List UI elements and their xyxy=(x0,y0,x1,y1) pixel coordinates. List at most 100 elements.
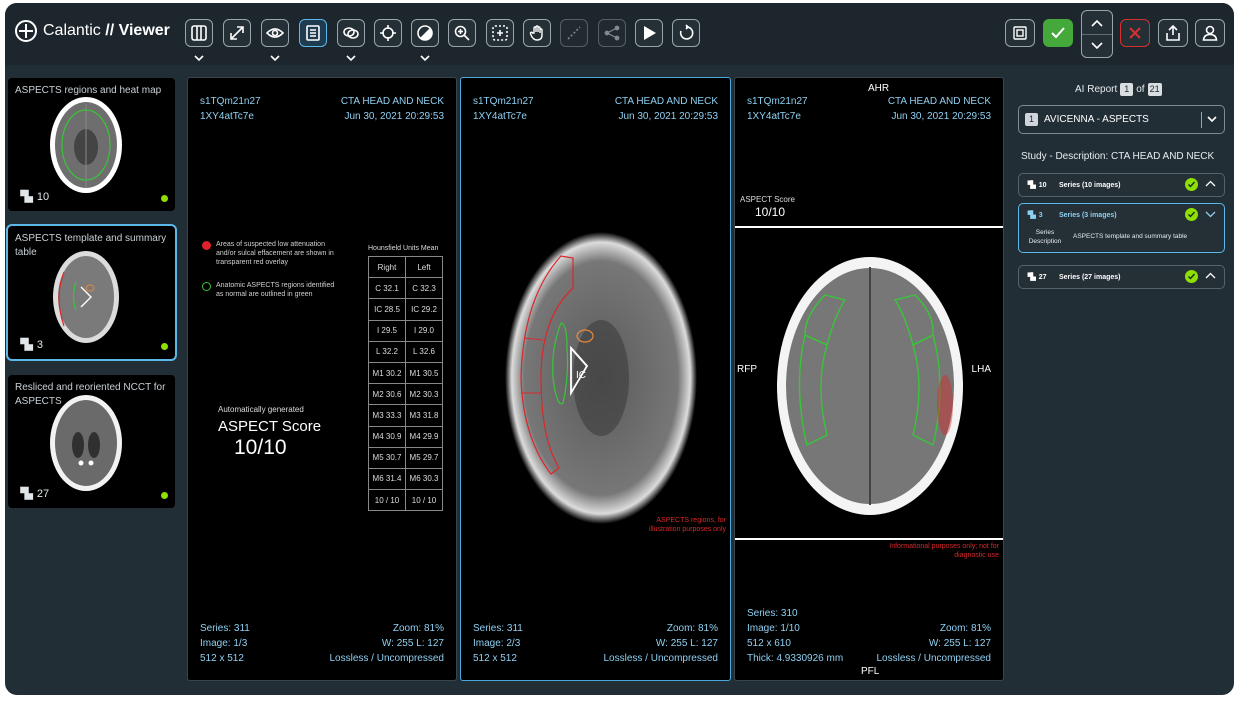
table-row: M2 30.6 M2 30.3 xyxy=(368,383,443,406)
report-panel-button[interactable] xyxy=(299,19,327,47)
region-label-ic: IC xyxy=(576,370,586,381)
pan-button[interactable] xyxy=(523,19,551,47)
image-stack-icon: ▝▙ xyxy=(16,488,33,500)
brand-product: // Viewer xyxy=(105,22,170,39)
accession-number: 1XY4atTc7e xyxy=(473,111,527,122)
table-row: M5 30.7 M5 29.7 xyxy=(368,446,443,469)
hu-cell: 10 / 10 xyxy=(405,489,443,512)
ai-report-select[interactable]: 1 AVICENNA - ASPECTS xyxy=(1018,105,1225,134)
approve-button[interactable] xyxy=(1043,19,1073,47)
brain-ncct-image xyxy=(50,395,122,491)
report-nav-group xyxy=(1081,10,1113,58)
series-thumbnail-3[interactable]: Resliced and reoriented NCCT for ASPECTS… xyxy=(8,375,175,508)
image-stack-icon: ▝▙ xyxy=(16,191,33,203)
series-card-2[interactable]: ▝▙ 3 Series (3 images) Series Description… xyxy=(1018,203,1225,253)
study-datetime: Jun 30, 2021 20:29:53 xyxy=(618,111,718,122)
ai-report-panel: AI Report 1 of 21 1 AVICENNA - ASPECTS S… xyxy=(1015,77,1230,681)
image-stack-icon: ▝▙ xyxy=(16,339,33,351)
ai-report-header: AI Report 1 of 21 xyxy=(1075,83,1162,96)
viewport-summary[interactable]: s1TQm21n27 1XY4atTc7e CTA HEAD AND NECK … xyxy=(187,77,457,681)
aspect-score-label: ASPECT Score xyxy=(740,195,795,204)
window-level: W: 255 L: 127 xyxy=(381,638,444,649)
ai-report-total: 21 xyxy=(1147,83,1162,96)
share-button[interactable] xyxy=(598,19,626,47)
selected-report-name: AVICENNA - ASPECTS xyxy=(1044,114,1149,125)
layout-button[interactable] xyxy=(185,19,213,47)
table-row: M6 31.4 M6 30.3 xyxy=(368,467,443,491)
aspect-score-value: 10/10 xyxy=(755,205,786,219)
overlay-button[interactable] xyxy=(337,19,365,47)
visibility-dropdown-caret[interactable] xyxy=(269,49,281,62)
brand-logo: Calantic // Viewer xyxy=(15,20,170,42)
fit-frame-button[interactable] xyxy=(486,19,514,47)
next-report-button[interactable] xyxy=(1082,34,1112,57)
layout-columns-icon xyxy=(191,25,207,41)
hu-cell: C 32.1 xyxy=(368,277,406,300)
hu-cell: M2 30.3 xyxy=(405,383,443,406)
status-dot xyxy=(161,195,168,202)
viewport-heatmap[interactable]: s1TQm21n27 1XY4atTc7e CTA HEAD AND NECK … xyxy=(734,77,1004,681)
series-thumbnail-2[interactable]: ASPECTS template and summary table ▝▙ 3 xyxy=(6,224,177,361)
series-card-3[interactable]: ▝▙ 27 Series (27 images) xyxy=(1018,265,1225,289)
overlay-dropdown-caret[interactable] xyxy=(345,49,357,62)
table-row: M4 30.9 M4 29.9 xyxy=(368,425,443,448)
zoom-in-icon xyxy=(454,25,470,41)
study-name: CTA HEAD AND NECK xyxy=(614,96,718,107)
chevron-down-icon xyxy=(270,55,280,62)
reject-button[interactable] xyxy=(1120,19,1150,47)
hu-cell: I 29.5 xyxy=(368,319,406,342)
reset-button[interactable] xyxy=(672,19,700,47)
image-stack-icon: ▝▙ xyxy=(1025,274,1036,281)
bayer-logo-icon xyxy=(15,20,37,42)
legend-green: Anatomic ASPECTS regions identified as n… xyxy=(202,281,342,299)
chevron-down-icon[interactable] xyxy=(1205,210,1216,218)
contrast-icon xyxy=(417,25,433,41)
layout-toggle-button[interactable] xyxy=(1005,19,1035,47)
measure-button[interactable] xyxy=(560,19,588,47)
table-row: M3 33.3 M3 31.8 xyxy=(368,404,443,427)
image-stack-icon: ▝▙ xyxy=(1025,182,1036,189)
series-card-1[interactable]: ▝▙ 10 Series (10 images) xyxy=(1018,173,1225,197)
report-panel-icon xyxy=(306,25,320,41)
legend-red: Areas of suspected low attenuation and/o… xyxy=(202,240,342,267)
hu-cell: C 32.3 xyxy=(405,277,443,300)
study-name: CTA HEAD AND NECK xyxy=(340,96,444,107)
series-number: Series: 311 xyxy=(473,623,523,634)
table-row: M1 30.2 M1 30.5 xyxy=(368,361,443,385)
hu-cell: M4 29.9 xyxy=(405,425,443,448)
zoom-button[interactable] xyxy=(448,19,476,47)
chevron-up-icon[interactable] xyxy=(1205,180,1216,188)
series-name: Series (3 images) xyxy=(1059,211,1117,219)
layout-dropdown-caret[interactable] xyxy=(193,49,205,62)
aspect-score-value: 10/10 xyxy=(234,436,287,459)
chevron-up-icon[interactable] xyxy=(1205,272,1216,280)
user-icon xyxy=(1202,25,1218,41)
chevron-up-icon xyxy=(1091,19,1103,27)
table-row: IC 28.5 IC 29.2 xyxy=(368,298,443,321)
hu-cell: M5 30.7 xyxy=(368,446,406,469)
contrast-dropdown-caret[interactable] xyxy=(419,49,431,62)
contrast-button[interactable] xyxy=(411,19,439,47)
fullscreen-button[interactable] xyxy=(223,19,251,47)
hu-mean-table: Right Left C 32.1 C 32.3 IC 28.5 IC 29.2 I 29.… xyxy=(368,255,443,512)
window-level: W: 255 L: 127 xyxy=(928,638,991,649)
slice-thickness: Thick: 4.9330926 mm xyxy=(747,653,844,664)
close-icon xyxy=(1129,27,1141,39)
crosshair-button[interactable] xyxy=(374,19,402,47)
viewport-template[interactable]: s1TQm21n27 1XY4atTc7e CTA HEAD AND NECK … xyxy=(460,77,731,681)
viewer-app: Calantic // Viewer ASPECTS regions and h… xyxy=(5,3,1234,695)
previous-report-button[interactable] xyxy=(1082,11,1112,34)
export-button[interactable] xyxy=(1158,19,1188,47)
cine-play-button[interactable] xyxy=(635,19,663,47)
accession-number: 1XY4atTc7e xyxy=(747,111,801,122)
series-thumbnail-1[interactable]: ASPECTS regions and heat map ▝▙ 10 xyxy=(8,78,175,211)
panel-icon xyxy=(1013,26,1027,40)
user-profile-button[interactable] xyxy=(1195,19,1225,47)
hu-cell: M4 30.9 xyxy=(368,425,406,448)
visibility-button[interactable] xyxy=(261,19,289,47)
ai-report-index: 1 xyxy=(1120,83,1134,96)
brain-template-image xyxy=(53,251,119,343)
play-icon xyxy=(644,26,656,40)
check-circle-icon xyxy=(1185,270,1198,283)
hu-cell: I 29.0 xyxy=(405,319,443,342)
